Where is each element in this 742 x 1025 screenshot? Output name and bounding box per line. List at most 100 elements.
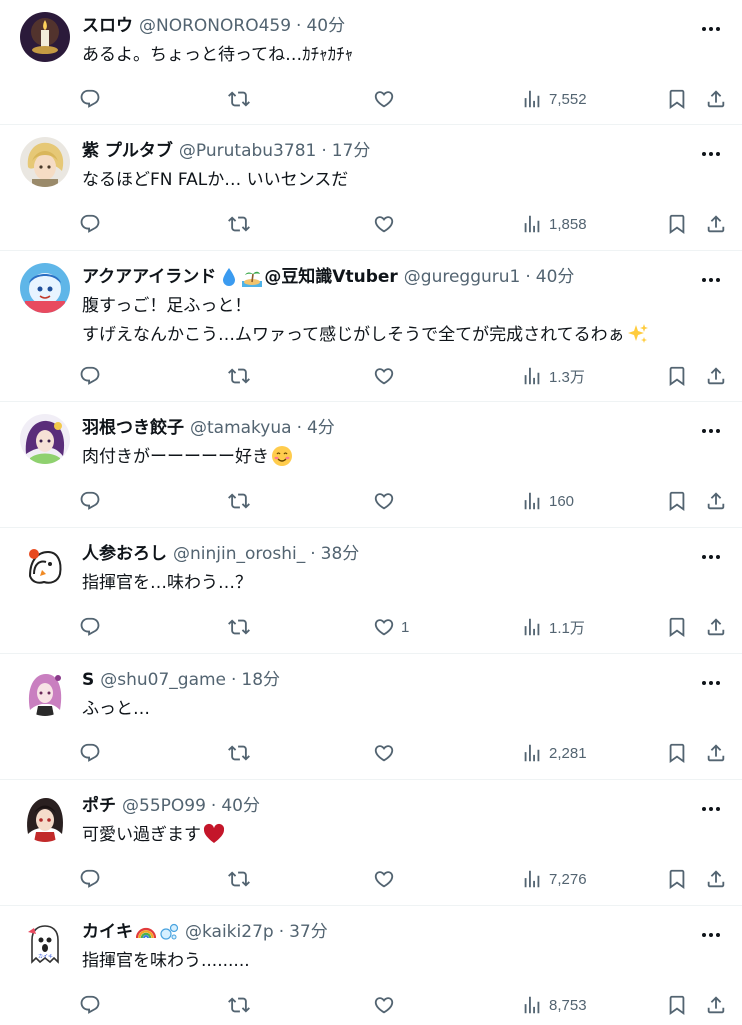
retweet-button[interactable] — [228, 738, 250, 768]
share-button[interactable] — [705, 864, 727, 894]
retweet-button[interactable] — [228, 864, 250, 894]
views-button[interactable]: 1,858 — [521, 209, 587, 239]
reply-button[interactable] — [79, 486, 101, 516]
more-options-button[interactable] — [694, 542, 728, 566]
tweet-item[interactable]: 羽根つき餃子 @tamakyua · 4分 肉付きがーーーーー好き 160 — [0, 402, 742, 528]
reply-button[interactable] — [79, 612, 101, 642]
more-options-button[interactable] — [694, 14, 728, 38]
views-button[interactable]: 7,552 — [521, 84, 587, 114]
tweet-item[interactable]: S @shu07_game · 18分 ふっと… 2,281 — [0, 654, 742, 780]
more-options-button[interactable] — [694, 794, 728, 818]
bookmark-button[interactable] — [666, 990, 688, 1020]
avatar[interactable] — [20, 12, 70, 62]
views-button[interactable]: 8,753 — [521, 990, 587, 1020]
user-handle[interactable]: @55PO99 — [122, 794, 206, 818]
bookmark-button[interactable] — [666, 84, 688, 114]
like-button[interactable] — [373, 84, 401, 114]
like-button[interactable] — [373, 990, 401, 1020]
retweet-button[interactable] — [228, 84, 250, 114]
timestamp[interactable]: 38分 — [321, 542, 360, 566]
reply-button[interactable] — [79, 361, 101, 391]
more-options-button[interactable] — [694, 416, 728, 440]
bookmark-button[interactable] — [666, 486, 688, 516]
share-button[interactable] — [705, 361, 727, 391]
more-options-button[interactable] — [694, 668, 728, 692]
timestamp[interactable]: 40分 — [306, 14, 345, 38]
views-button[interactable]: 1.1万 — [521, 612, 585, 642]
tweet-text-line: なるほどFN FALか… いいセンスだ — [82, 166, 702, 195]
user-handle[interactable]: @guregguru1 — [404, 265, 521, 289]
user-handle[interactable]: @ninjin_oroshi_ — [173, 542, 305, 566]
retweet-button[interactable] — [228, 486, 250, 516]
more-options-button[interactable] — [694, 265, 728, 289]
avatar[interactable] — [20, 137, 70, 187]
display-name[interactable]: ポチ — [82, 794, 116, 818]
avatar[interactable] — [20, 540, 70, 590]
user-handle[interactable]: @kaiki27p — [185, 920, 274, 944]
like-button[interactable]: 1 — [373, 612, 409, 642]
timestamp[interactable]: 40分 — [536, 265, 575, 289]
tweet-item[interactable]: 紫 プルタブ @Purutabu3781 · 17分 なるほどFN FALか… いいセン… — [0, 125, 742, 251]
avatar[interactable]: カイキ — [20, 918, 70, 968]
views-button[interactable]: 7,276 — [521, 864, 587, 894]
timestamp[interactable]: 37分 — [289, 920, 328, 944]
display-name[interactable]: スロウ — [82, 14, 133, 38]
tweet-item[interactable]: 人参おろし @ninjin_oroshi_ · 38分 指揮官を…味わう…？ 1 1.1万 — [0, 528, 742, 654]
retweet-button[interactable] — [228, 612, 250, 642]
views-button[interactable]: 2,281 — [521, 738, 587, 768]
display-name[interactable]: 紫 プルタブ — [82, 139, 173, 163]
reply-button[interactable] — [79, 990, 101, 1020]
display-name[interactable]: 人参おろし — [82, 542, 167, 566]
display-name[interactable]: S — [82, 668, 94, 692]
share-button[interactable] — [705, 209, 727, 239]
display-name[interactable]: 羽根つき餃子 — [82, 416, 184, 440]
timestamp[interactable]: 17分 — [332, 139, 371, 163]
bookmark-button[interactable] — [666, 361, 688, 391]
share-button[interactable] — [705, 486, 727, 516]
tweet-item[interactable]: カイキ カイキ @kaiki27p · 37分 指揮官を味わう......... 8,753 — [0, 906, 742, 1025]
share-button[interactable] — [705, 990, 727, 1020]
avatar[interactable] — [20, 263, 70, 313]
user-handle[interactable]: @shu07_game — [100, 668, 226, 692]
bookmark-button[interactable] — [666, 612, 688, 642]
avatar[interactable] — [20, 792, 70, 842]
retweet-button[interactable] — [228, 209, 250, 239]
bookmark-button[interactable] — [666, 209, 688, 239]
retweet-icon — [228, 994, 250, 1016]
avatar[interactable] — [20, 666, 70, 716]
more-options-button[interactable] — [694, 139, 728, 163]
like-button[interactable] — [373, 361, 401, 391]
user-handle[interactable]: @Purutabu3781 — [179, 139, 316, 163]
timestamp[interactable]: 18分 — [241, 668, 280, 692]
bookmark-button[interactable] — [666, 864, 688, 894]
view-count: 7,276 — [549, 870, 587, 888]
reply-button[interactable] — [79, 84, 101, 114]
reply-button[interactable] — [79, 864, 101, 894]
like-button[interactable] — [373, 209, 401, 239]
retweet-button[interactable] — [228, 361, 250, 391]
display-name-suffix[interactable]: @豆知識Vtuber — [264, 265, 397, 289]
tweet-item[interactable]: アクアアイランド @豆知識Vtuber @guregguru1 · 40分 腹すっご！足ふ… — [0, 251, 742, 402]
more-options-button[interactable] — [694, 920, 728, 944]
retweet-button[interactable] — [228, 990, 250, 1020]
views-button[interactable]: 160 — [521, 486, 574, 516]
user-handle[interactable]: @tamakyua — [190, 416, 292, 440]
like-button[interactable] — [373, 486, 401, 516]
tweet-item[interactable]: ポチ @55PO99 · 40分 可愛い過ぎます 7,276 — [0, 780, 742, 906]
reply-button[interactable] — [79, 209, 101, 239]
like-button[interactable] — [373, 864, 401, 894]
views-button[interactable]: 1.3万 — [521, 361, 585, 391]
reply-button[interactable] — [79, 738, 101, 768]
share-button[interactable] — [705, 84, 727, 114]
user-handle[interactable]: @NORONORO459 — [139, 14, 291, 38]
like-button[interactable] — [373, 738, 401, 768]
timestamp[interactable]: 40分 — [221, 794, 260, 818]
display-name[interactable]: カイキ — [82, 920, 133, 944]
tweet-item[interactable]: スロウ @NORONORO459 · 40分 あるよ。ちょっと待ってね…ｶﾁｬｶﾁｬ 7,… — [0, 0, 742, 125]
share-button[interactable] — [705, 738, 727, 768]
avatar[interactable] — [20, 414, 70, 464]
bookmark-button[interactable] — [666, 738, 688, 768]
share-button[interactable] — [705, 612, 727, 642]
timestamp[interactable]: 4分 — [307, 416, 335, 440]
display-name[interactable]: アクアアイランド — [82, 265, 216, 289]
